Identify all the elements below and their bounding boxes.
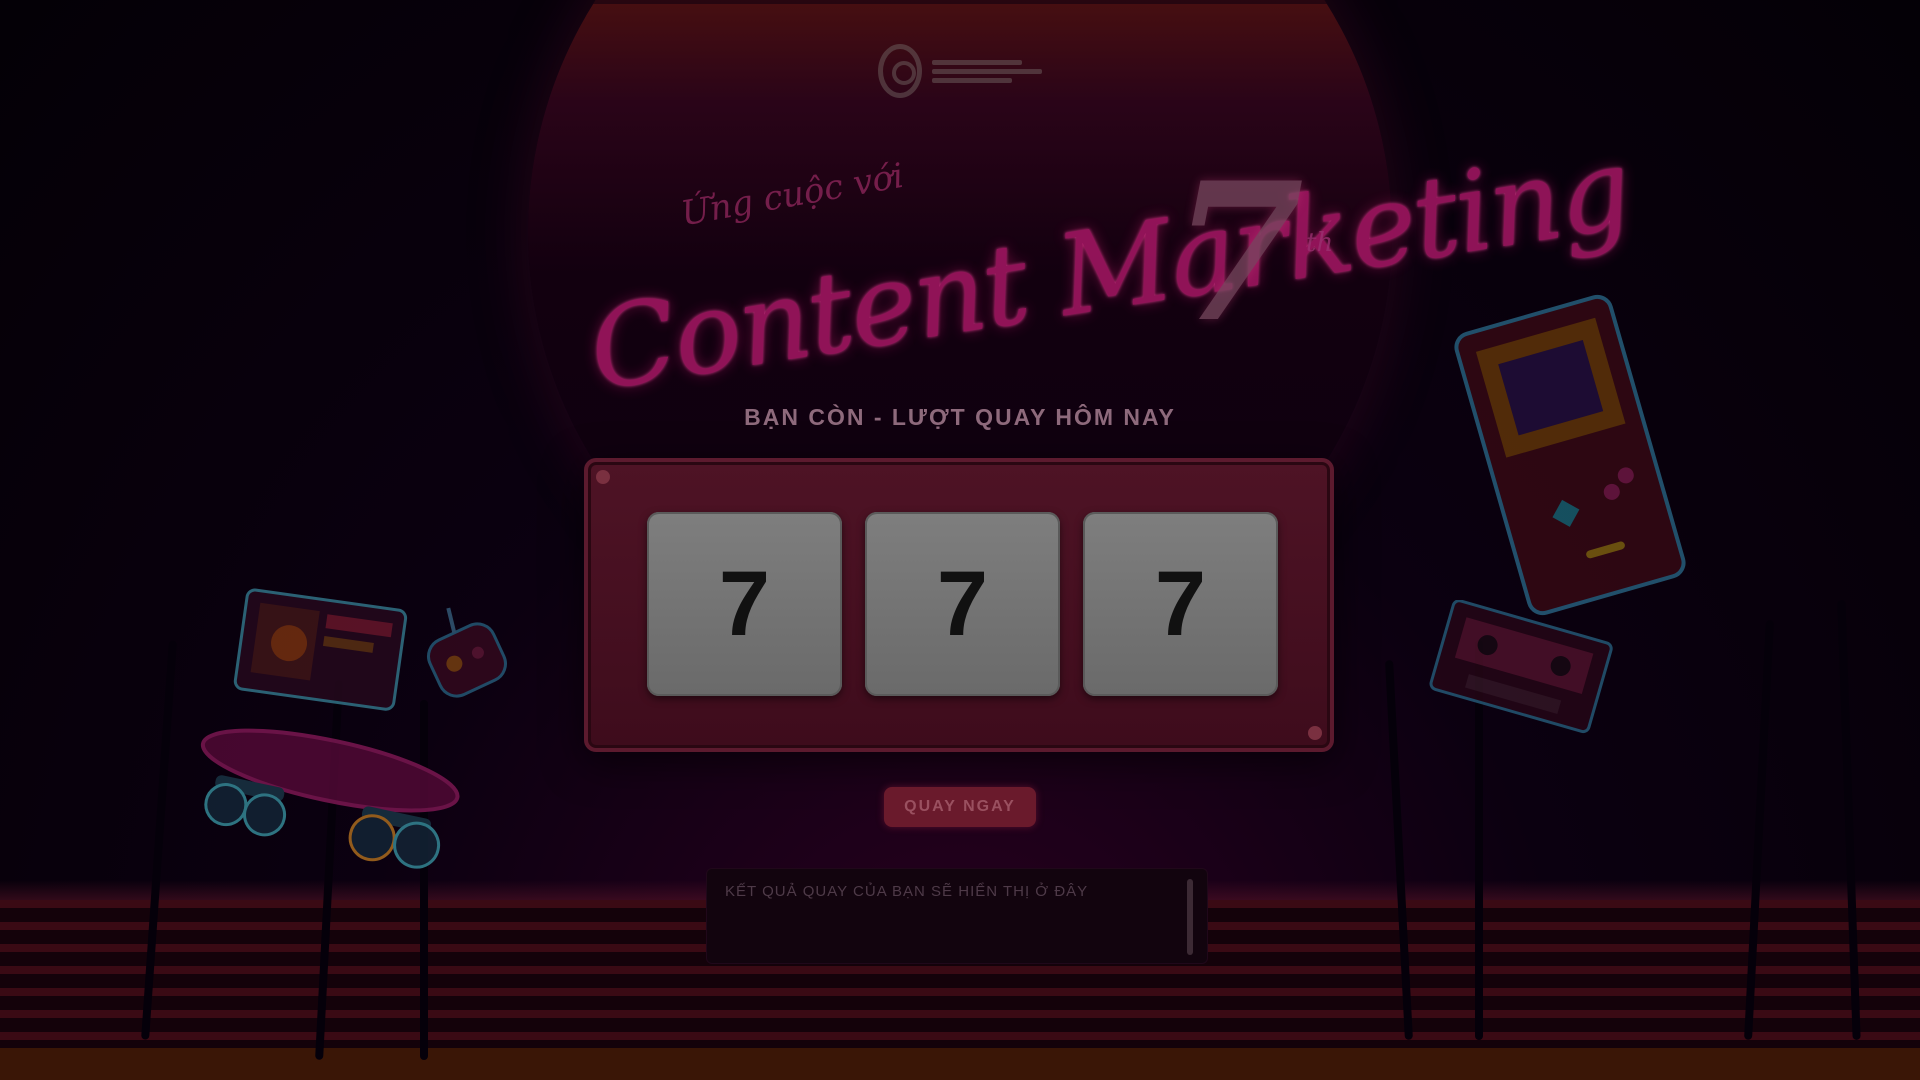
result-scrollbar[interactable] [1187,879,1193,955]
photo-card-icon [233,588,408,711]
logo-icon [878,44,1042,98]
slot-machine: 7 7 7 [584,458,1334,752]
result-box: KẾT QUẢ QUAY CỦA BẠN SẼ HIỂN THỊ Ở ĐÂY [706,868,1208,964]
machine-bolt [1308,726,1322,740]
logo-mark [878,44,922,98]
skateboard-icon [200,728,460,869]
result-text: KẾT QUẢ QUAY CỦA BẠN SẼ HIỂN THỊ Ở ĐÂY [725,883,1089,900]
logo-wordmark [932,59,1042,83]
cassette-icon [1429,600,1613,734]
gameboy-icon [1454,294,1686,616]
spins-remaining-text: BẠN CÒN - LƯỢT QUAY HÔM NAY [744,404,1176,430]
title-number: 7 [1172,141,1305,364]
slot-reel-3: 7 [1083,512,1278,696]
machine-bolt [596,470,610,484]
spin-button[interactable]: QUAY NGAY [884,787,1036,827]
floor-edge [0,1048,1920,1080]
game-controller-icon [427,607,507,698]
title-suffix: th [1306,228,1334,258]
slot-reel-2: 7 [865,512,1060,696]
slot-reel-1: 7 [647,512,842,696]
